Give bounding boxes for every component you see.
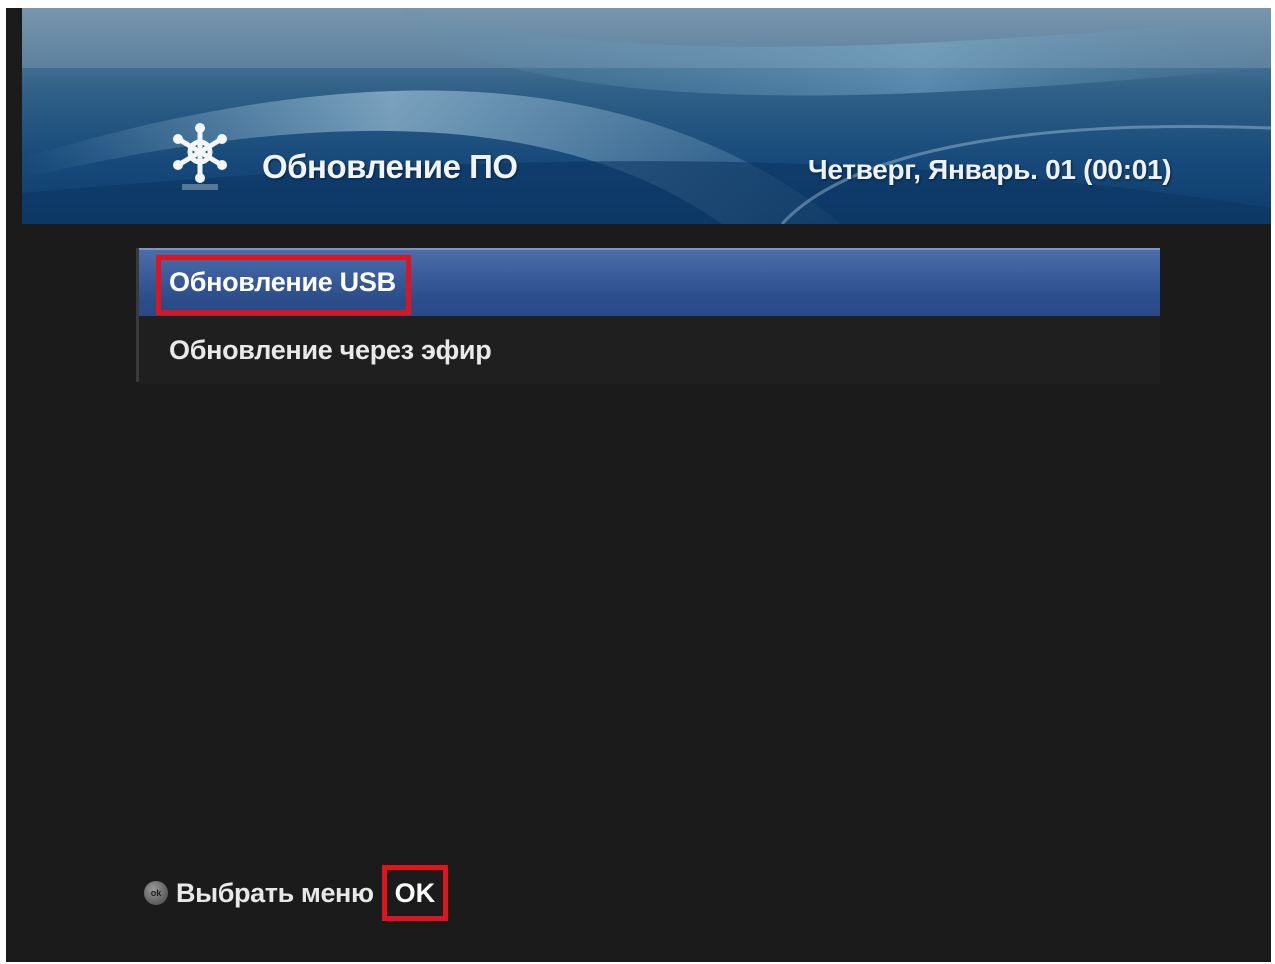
menu-item-ota-update[interactable]: Обновление через эфир: [139, 316, 1160, 384]
ok-key-highlight: OK: [381, 865, 449, 921]
menu-item-usb-update[interactable]: Обновление USB: [139, 248, 1160, 316]
update-menu: Обновление USB Обновление через эфир: [136, 248, 1163, 384]
ok-button-icon: ok: [144, 881, 168, 905]
tv-screen: Обновление ПО Четверг, Январь. 01 (00:01…: [6, 8, 1271, 962]
menu-item-label: Обновление USB: [169, 266, 396, 297]
ok-icon-label: ok: [150, 888, 162, 898]
ok-key-label: OK: [394, 877, 436, 908]
footer-hint: ok Выбрать меню OK: [144, 865, 449, 921]
page-title: Обновление ПО: [262, 148, 518, 185]
header-banner: Обновление ПО Четверг, Январь. 01 (00:01…: [22, 8, 1271, 224]
date-time-display: Четверг, Январь. 01 (00:01): [808, 154, 1172, 185]
asterisk-settings-icon: [173, 123, 227, 190]
menu-item-label: Обновление через эфир: [169, 334, 492, 365]
footer-hint-label: Выбрать меню: [176, 877, 374, 908]
